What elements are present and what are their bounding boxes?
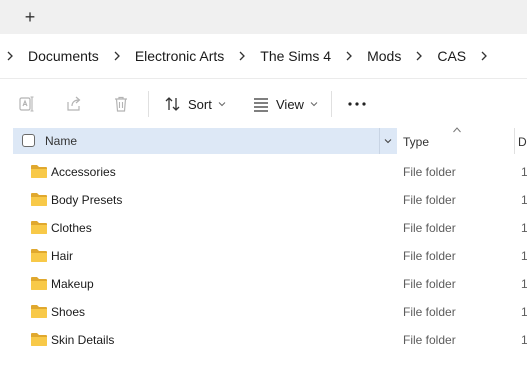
- toolbar-divider: [148, 91, 149, 117]
- more-icon: [348, 102, 366, 106]
- file-type: File folder: [403, 277, 456, 291]
- file-date: 1: [521, 221, 527, 235]
- list-item[interactable]: Accessories File folder 1: [0, 158, 527, 186]
- new-tab-button[interactable]: +: [16, 4, 44, 30]
- chevron-down-icon: [310, 102, 318, 107]
- chevron-right-icon[interactable]: [337, 44, 361, 68]
- view-label: View: [276, 96, 304, 112]
- sort-ascending-icon: [453, 127, 461, 133]
- chevron-right-icon[interactable]: [472, 44, 496, 68]
- file-name: Hair: [51, 249, 74, 263]
- file-name: Skin Details: [51, 333, 115, 347]
- file-name: Clothes: [51, 221, 92, 235]
- file-name: Makeup: [51, 277, 94, 291]
- list-item[interactable]: Body Presets File folder 1: [0, 186, 527, 214]
- chevron-right-icon[interactable]: [0, 44, 22, 68]
- list-item[interactable]: Skin Details File folder 1: [0, 326, 527, 354]
- sort-button[interactable]: Sort: [164, 92, 226, 116]
- file-type: File folder: [403, 193, 456, 207]
- view-button[interactable]: View: [252, 92, 318, 116]
- folder-icon: [31, 249, 47, 262]
- chevron-right-icon[interactable]: [407, 44, 431, 68]
- breadcrumb-item-mods[interactable]: Mods: [361, 44, 407, 68]
- folder-icon: [31, 165, 47, 178]
- list-item[interactable]: Shoes File folder 1: [0, 298, 527, 326]
- chevron-down-icon: [384, 139, 391, 144]
- file-date: 1: [521, 305, 527, 319]
- toolbar-divider: [331, 91, 332, 117]
- breadcrumb: Documents Electronic Arts The Sims 4 Mod…: [0, 34, 527, 78]
- delete-icon[interactable]: [110, 93, 132, 115]
- file-name: Body Presets: [51, 193, 123, 207]
- file-date: 1: [521, 165, 527, 179]
- file-type: File folder: [403, 249, 456, 263]
- file-type: File folder: [403, 221, 456, 235]
- file-type: File folder: [403, 305, 456, 319]
- file-date: 1: [521, 193, 527, 207]
- file-list: Accessories File folder 1 Body Presets F…: [0, 158, 527, 354]
- file-type: File folder: [403, 165, 456, 179]
- chevron-down-icon: [218, 102, 226, 107]
- chevron-right-icon[interactable]: [105, 44, 129, 68]
- folder-icon: [31, 333, 47, 346]
- file-date: 1: [521, 333, 527, 347]
- breadcrumb-item-the-sims-4[interactable]: The Sims 4: [254, 44, 337, 68]
- breadcrumb-item-cas[interactable]: CAS: [431, 44, 472, 68]
- file-date: 1: [521, 277, 527, 291]
- folder-icon: [31, 277, 47, 290]
- file-date: 1: [521, 249, 527, 263]
- column-header-name-label: Name: [45, 134, 78, 148]
- breadcrumb-item-electronic-arts[interactable]: Electronic Arts: [129, 44, 230, 68]
- list-item[interactable]: Clothes File folder 1: [0, 214, 527, 242]
- folder-icon: [31, 221, 47, 234]
- view-icon: [254, 98, 268, 112]
- share-icon[interactable]: [63, 93, 85, 115]
- command-bar: Sort View: [0, 78, 527, 128]
- column-header-type-label: Type: [403, 135, 430, 149]
- chevron-right-icon[interactable]: [230, 44, 254, 68]
- tab-strip: +: [0, 0, 527, 34]
- column-header-row: Name Type D: [0, 127, 527, 154]
- file-name: Shoes: [51, 305, 86, 319]
- sort-label: Sort: [188, 96, 212, 112]
- list-item[interactable]: Hair File folder 1: [0, 242, 527, 270]
- column-dropdown-button[interactable]: [379, 128, 395, 154]
- breadcrumb-item-documents[interactable]: Documents: [22, 44, 105, 68]
- file-type: File folder: [403, 333, 456, 347]
- rename-icon[interactable]: [16, 93, 38, 115]
- file-name: Accessories: [51, 165, 116, 179]
- column-header-name[interactable]: Name: [13, 128, 397, 154]
- more-options-button[interactable]: [346, 93, 368, 115]
- folder-icon: [31, 193, 47, 206]
- column-header-date-label[interactable]: D: [518, 135, 527, 149]
- select-all-checkbox[interactable]: [22, 134, 35, 147]
- sort-icon: [165, 97, 180, 111]
- list-item[interactable]: Makeup File folder 1: [0, 270, 527, 298]
- folder-icon: [31, 305, 47, 318]
